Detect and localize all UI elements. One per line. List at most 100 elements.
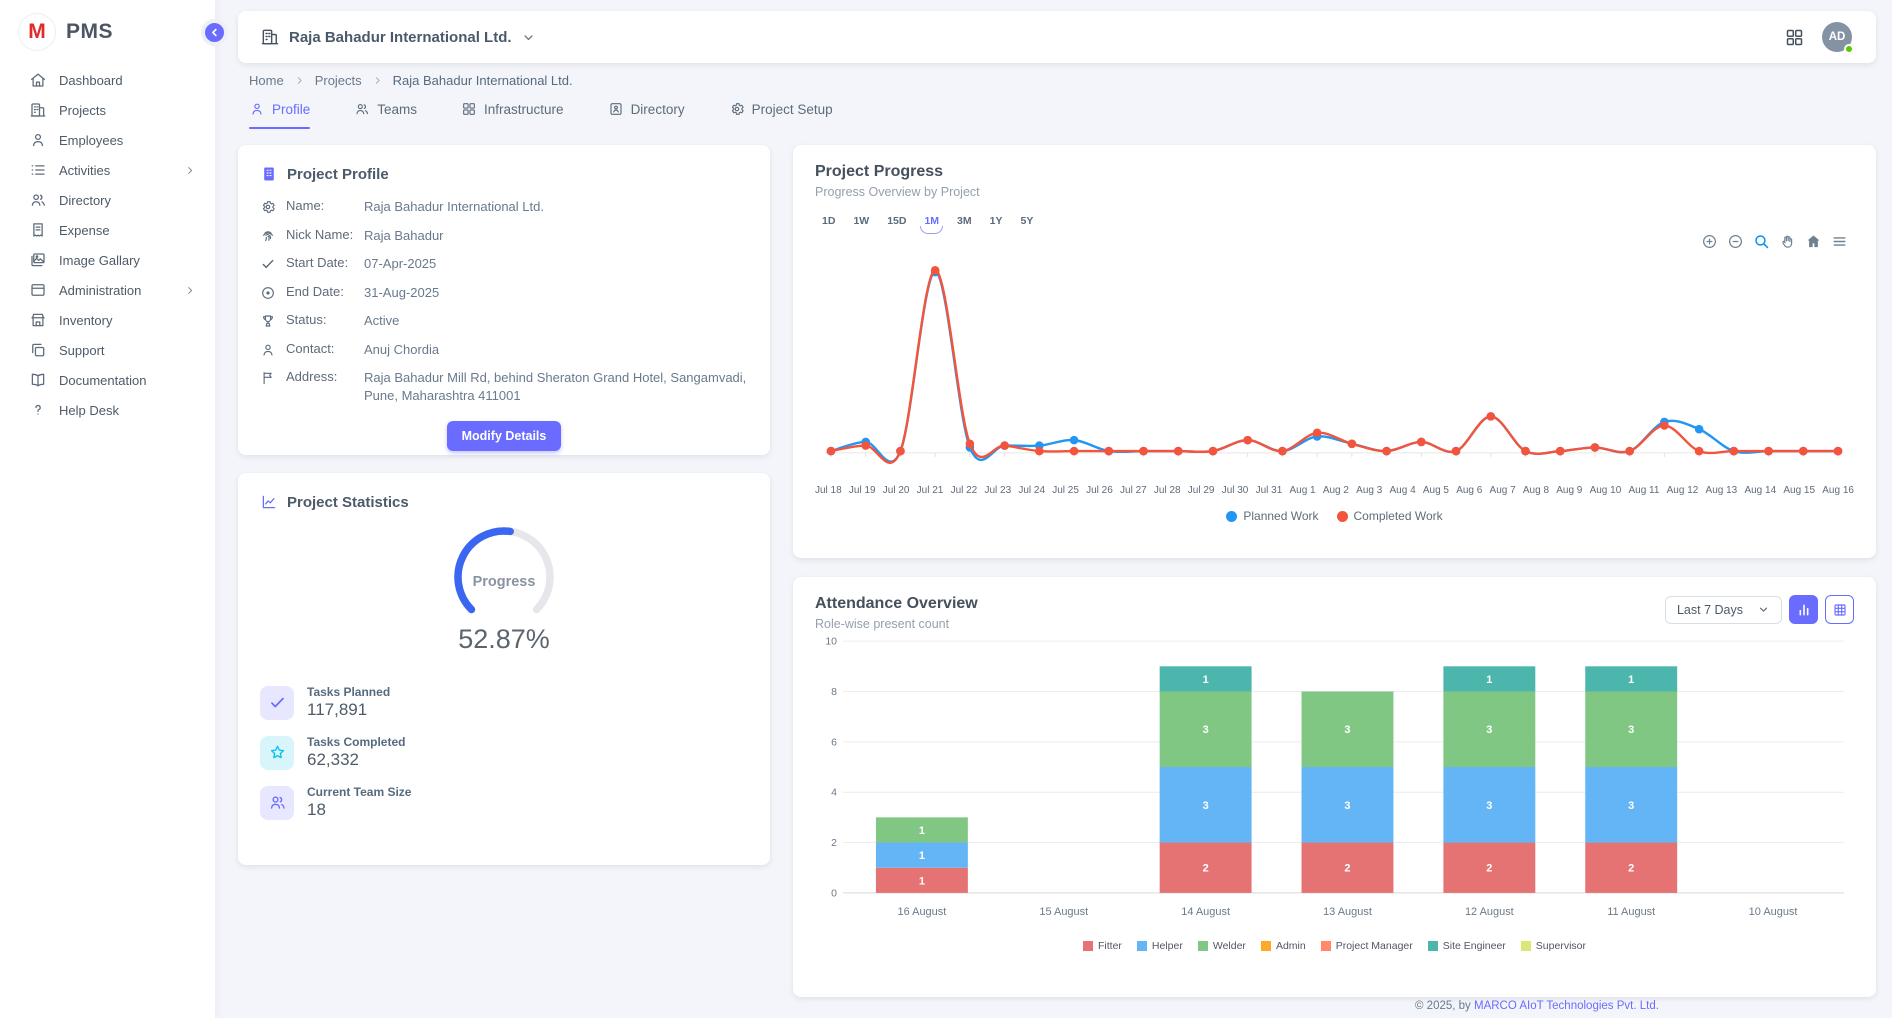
sidebar-item-directory[interactable]: Directory <box>0 185 215 215</box>
legend-item-site-engineer[interactable]: Site Engineer <box>1428 940 1506 952</box>
sidebar-item-documentation[interactable]: Documentation <box>0 365 215 395</box>
range-button-15d[interactable]: 15D <box>880 211 913 231</box>
selection-zoom-icon[interactable] <box>1753 233 1770 250</box>
legend-swatch <box>1521 941 1531 951</box>
tab-label: Profile <box>272 102 310 117</box>
user-avatar[interactable]: AD <box>1822 22 1852 52</box>
x-axis-label: Aug 7 <box>1490 485 1516 496</box>
breadcrumb-separator-icon <box>371 74 384 87</box>
list-icon <box>29 161 47 179</box>
breadcrumb-item[interactable]: Projects <box>315 73 362 88</box>
bar-chart-view-button[interactable] <box>1789 595 1818 624</box>
range-button-1m[interactable]: 1M <box>917 211 946 231</box>
svg-text:14 August: 14 August <box>1181 906 1230 918</box>
tab-infrastructure[interactable]: Infrastructure <box>461 101 564 129</box>
field-label: Contact: <box>286 341 364 356</box>
home-icon <box>29 71 47 89</box>
svg-text:2: 2 <box>1628 863 1634 875</box>
range-button-3m[interactable]: 3M <box>950 211 979 231</box>
breadcrumb-item[interactable]: Home <box>249 73 284 88</box>
legend-item-admin[interactable]: Admin <box>1261 940 1306 952</box>
apps-grid-button[interactable] <box>1784 27 1805 48</box>
app-logo[interactable]: M PMS <box>0 0 215 51</box>
sidebar-item-projects[interactable]: Projects <box>0 95 215 125</box>
sidebar-item-activities[interactable]: Activities <box>0 155 215 185</box>
attendance-card-subtitle: Role-wise present count <box>815 617 978 631</box>
field-value: Anuj Chordia <box>364 341 748 359</box>
footer-company-link[interactable]: MARCO AIoT Technologies Pvt. Ltd. <box>1474 1000 1659 1012</box>
sidebar-item-dashboard[interactable]: Dashboard <box>0 65 215 95</box>
sidebar-item-administration[interactable]: Administration <box>0 275 215 305</box>
x-axis-label: Aug 3 <box>1356 485 1382 496</box>
legend-item-project-manager[interactable]: Project Manager <box>1321 940 1413 952</box>
svg-text:1: 1 <box>919 825 925 837</box>
sidebar-item-label: Expense <box>59 223 110 238</box>
profile-field-row: Start Date:07-Apr-2025 <box>260 255 748 273</box>
online-status-dot <box>1844 44 1854 54</box>
chevron-down-icon <box>1757 603 1770 616</box>
sidebar-item-employees[interactable]: Employees <box>0 125 215 155</box>
days-filter-select[interactable]: Last 7 Days <box>1665 596 1782 624</box>
field-label: Status: <box>286 312 364 327</box>
tab-directory[interactable]: Directory <box>608 101 685 129</box>
legend-item-fitter[interactable]: Fitter <box>1083 940 1122 952</box>
range-button-1y[interactable]: 1Y <box>983 211 1010 231</box>
svg-text:3: 3 <box>1628 800 1634 812</box>
stat-value: 62,332 <box>307 750 405 770</box>
legend-item-supervisor[interactable]: Supervisor <box>1521 940 1586 952</box>
x-axis-label: Jul 23 <box>984 485 1011 496</box>
users-icon <box>354 101 370 117</box>
range-button-5y[interactable]: 5Y <box>1013 211 1040 231</box>
sidebar-collapse-button[interactable] <box>201 19 228 46</box>
legend-label: Completed Work <box>1354 509 1443 523</box>
svg-text:10 August: 10 August <box>1749 906 1798 918</box>
pan-icon[interactable] <box>1779 233 1796 250</box>
tab-profile[interactable]: Profile <box>249 101 310 129</box>
progress-gauge: Progress 52.87% <box>260 517 748 655</box>
field-label: Nick Name: <box>286 227 364 242</box>
sidebar: M PMS DashboardProjectsEmployees Activiti… <box>0 0 215 1018</box>
x-axis-label: Aug 9 <box>1556 485 1582 496</box>
modify-details-button[interactable]: Modify Details <box>447 421 562 451</box>
book-icon <box>29 371 47 389</box>
check-icon <box>268 693 287 712</box>
range-button-1w[interactable]: 1W <box>846 211 876 231</box>
sidebar-item-support[interactable]: Support <box>0 335 215 365</box>
sidebar-item-label: Activities <box>59 163 110 178</box>
sidebar-item-help-desk[interactable]: Help Desk <box>0 395 215 425</box>
range-button-1d[interactable]: 1D <box>815 211 842 231</box>
legend-label: Fitter <box>1098 940 1122 952</box>
legend-item-planned-work[interactable]: Planned Work <box>1226 509 1318 523</box>
zoom-out-icon[interactable] <box>1727 233 1744 250</box>
sidebar-item-expense[interactable]: Expense <box>0 215 215 245</box>
profile-field-row: Status:Active <box>260 312 748 330</box>
field-value: 07-Apr-2025 <box>364 255 748 273</box>
legend-label: Admin <box>1276 940 1306 952</box>
breadcrumb-item: Raja Bahadur International Ltd. <box>393 73 573 88</box>
line-chart: Jul 18Jul 19Jul 20Jul 21Jul 22Jul 23Jul … <box>815 253 1854 523</box>
progress-card-title: Project Progress <box>815 163 1854 181</box>
footer-text: © 2025, by <box>1415 1000 1474 1012</box>
legend-label: Supervisor <box>1536 940 1586 952</box>
svg-text:0: 0 <box>831 888 837 899</box>
home-reset-icon[interactable] <box>1805 233 1822 250</box>
project-progress-card: Project Progress Progress Overview by Pr… <box>793 145 1876 558</box>
table-view-button[interactable] <box>1825 595 1854 624</box>
breadcrumb-separator-icon <box>293 74 306 87</box>
tab-project-setup[interactable]: Project Setup <box>729 101 833 129</box>
legend-item-helper[interactable]: Helper <box>1137 940 1183 952</box>
legend-item-completed-work[interactable]: Completed Work <box>1337 509 1443 523</box>
sidebar-item-image-gallary[interactable]: Image Gallary <box>0 245 215 275</box>
sidebar-item-inventory[interactable]: Inventory <box>0 305 215 335</box>
app-name: PMS <box>66 20 113 44</box>
profile-field-row: Contact:Anuj Chordia <box>260 341 748 359</box>
tab-teams[interactable]: Teams <box>354 101 417 129</box>
legend-item-welder[interactable]: Welder <box>1198 940 1246 952</box>
gear-icon <box>260 199 276 215</box>
legend-label: Site Engineer <box>1443 940 1506 952</box>
x-axis-label: Jul 25 <box>1052 485 1079 496</box>
menu-icon[interactable] <box>1831 233 1848 250</box>
zoom-in-icon[interactable] <box>1701 233 1718 250</box>
x-axis-label: Aug 1 <box>1289 485 1315 496</box>
company-selector[interactable]: Raja Bahadur International Ltd. <box>260 27 536 47</box>
